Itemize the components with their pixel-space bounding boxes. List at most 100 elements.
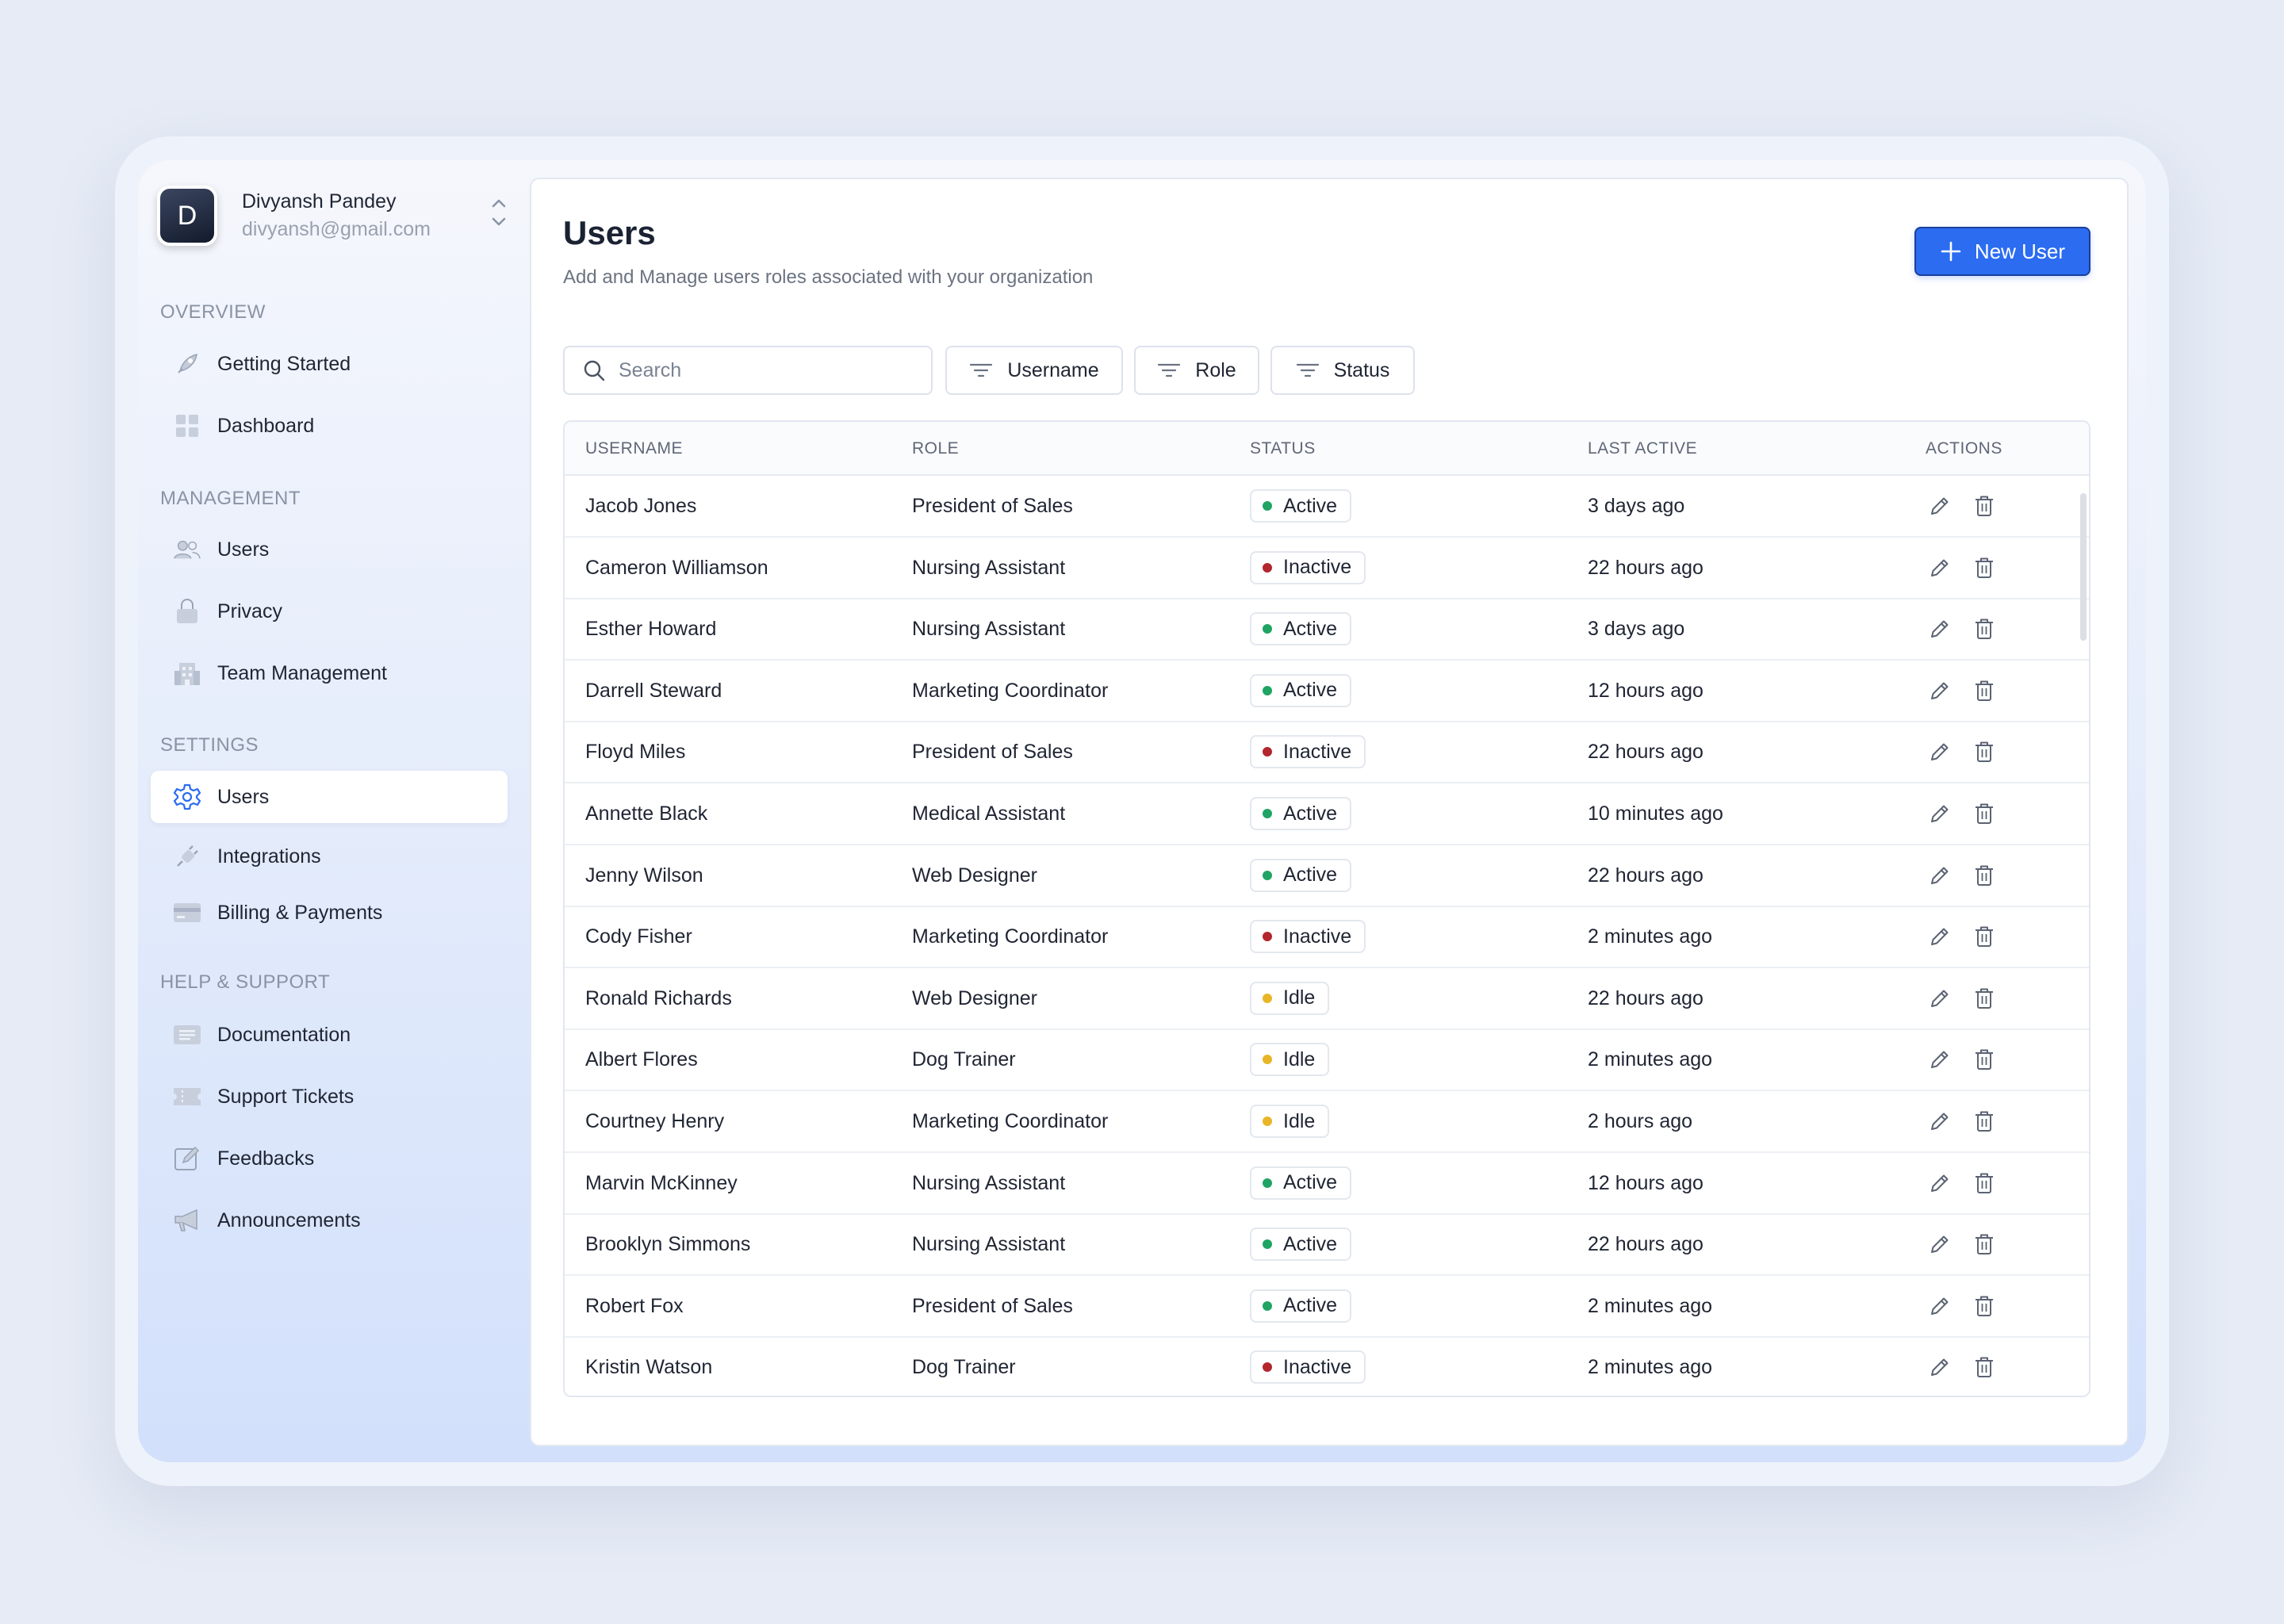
trash-icon[interactable] (1970, 1230, 1998, 1258)
edit-icon[interactable] (1926, 1045, 1954, 1074)
edit-icon[interactable] (1926, 799, 1954, 828)
role-cell: Dog Trainer (912, 1048, 1016, 1071)
trash-icon[interactable] (1970, 1353, 1998, 1381)
table-row[interactable]: Annette Black Medical Assistant Active 10 m… (565, 783, 2089, 845)
column-header-username[interactable]: USERNAME (585, 439, 683, 458)
sidebar-item-label: Team Management (217, 661, 388, 684)
trash-icon[interactable] (1970, 492, 1998, 520)
table-row[interactable]: Ronald Richards Web Designer Idle 22 hours … (565, 968, 2089, 1030)
new-user-button[interactable]: New User (1914, 227, 2090, 276)
trash-icon[interactable] (1970, 676, 1998, 705)
gear-icon (173, 783, 201, 811)
status-dot-icon (1263, 1178, 1272, 1188)
status-dot-icon (1263, 1116, 1272, 1126)
account-email: divyansh@gmail.com (242, 218, 431, 240)
table-row[interactable]: Kristin Watson Dog Trainer Inactive 2 minut… (565, 1337, 2089, 1396)
edit-icon[interactable] (1926, 984, 1954, 1013)
sidebar-item-announcements[interactable]: Announcements (151, 1194, 508, 1247)
edit-icon[interactable] (1926, 1353, 1954, 1381)
table-row[interactable]: Brooklyn Simmons Nursing Assistant Active 2… (565, 1214, 2089, 1277)
table-row[interactable]: Esther Howard Nursing Assistant Active 3 da… (565, 599, 2089, 661)
last-active-cell: 3 days ago (1588, 495, 1685, 517)
sidebar-item-documentation[interactable]: Documentation (151, 1009, 508, 1061)
table-row[interactable]: Cody Fisher Marketing Coordinator Inactive… (565, 906, 2089, 969)
table-row[interactable]: Jacob Jones President of Sales Active 3 day… (565, 476, 2089, 538)
sidebar-item-dashboard[interactable]: Dashboard (151, 400, 508, 452)
last-active-cell: 2 minutes ago (1588, 1356, 1713, 1379)
role-cell: Nursing Assistant (912, 1171, 1066, 1194)
trash-icon[interactable] (1970, 553, 1998, 582)
username-filter-button[interactable]: Username (945, 346, 1123, 395)
role-cell: Nursing Assistant (912, 1233, 1066, 1256)
edit-icon[interactable] (1926, 1230, 1954, 1258)
sidebar-item-integrations[interactable]: Integrations (151, 830, 508, 883)
edit-icon[interactable] (1926, 922, 1954, 951)
table-row[interactable]: Courtney Henry Marketing Coordinator Idle 2… (565, 1091, 2089, 1153)
status-label: Inactive (1283, 740, 1352, 763)
search-box[interactable] (563, 346, 933, 395)
edit-icon[interactable] (1926, 1169, 1954, 1197)
username-cell: Courtney Henry (585, 1110, 725, 1132)
edit-icon[interactable] (1926, 737, 1954, 766)
edit-icon[interactable] (1926, 1292, 1954, 1320)
role-cell: Dog Trainer (912, 1356, 1016, 1379)
edit-icon[interactable] (1926, 861, 1954, 890)
sidebar-item-privacy[interactable]: Privacy (151, 585, 508, 638)
trash-icon[interactable] (1970, 1292, 1998, 1320)
edit-icon[interactable] (1926, 553, 1954, 582)
edit-icon (173, 1144, 201, 1173)
plug-icon (173, 842, 201, 871)
trash-icon[interactable] (1970, 615, 1998, 643)
last-active-cell: 22 hours ago (1588, 1233, 1703, 1256)
trash-icon[interactable] (1970, 984, 1998, 1013)
sidebar-item-billing-payments[interactable]: Billing & Payments (151, 887, 508, 939)
table-row[interactable]: Marvin McKinney Nursing Assistant Active 12… (565, 1153, 2089, 1215)
column-header-last-active[interactable]: LAST ACTIVE (1588, 439, 1697, 458)
status-badge: Idle (1250, 1105, 1330, 1138)
trash-icon[interactable] (1970, 1045, 1998, 1074)
status-badge: Active (1250, 1166, 1352, 1200)
trash-icon[interactable] (1970, 1169, 1998, 1197)
trash-icon[interactable] (1970, 922, 1998, 951)
table-row[interactable]: Jenny Wilson Web Designer Active 22 hours a… (565, 845, 2089, 907)
trash-icon[interactable] (1970, 737, 1998, 766)
column-header-role[interactable]: ROLE (912, 439, 959, 458)
search-icon (584, 360, 605, 381)
table-row[interactable]: Darrell Steward Marketing Coordinator Acti… (565, 661, 2089, 722)
username-filter-label: Username (1007, 358, 1099, 381)
edit-icon[interactable] (1926, 1107, 1954, 1136)
chevron-up-down-icon[interactable] (490, 195, 508, 230)
table-row[interactable]: Floyd Miles President of Sales Inactive 22 … (565, 722, 2089, 784)
sidebar-item-support-tickets[interactable]: Support Tickets (151, 1071, 508, 1123)
sidebar-item-label: Getting Started (217, 352, 351, 375)
users-table: USERNAME ROLE STATUS LAST ACTIVE ACTIONS… (563, 420, 2090, 1397)
trash-icon[interactable] (1970, 1107, 1998, 1136)
account-switcher[interactable]: D Divyansh Pandey divyansh@gmail.com (157, 186, 506, 249)
edit-icon[interactable] (1926, 492, 1954, 520)
filter-icon (1296, 363, 1319, 377)
edit-icon[interactable] (1926, 615, 1954, 643)
search-input[interactable] (619, 358, 904, 382)
table-scrollbar[interactable] (2080, 493, 2087, 641)
sidebar-item-settings-users[interactable]: Users (151, 771, 508, 823)
table-row[interactable]: Albert Flores Dog Trainer Idle 2 minutes ag… (565, 1029, 2089, 1092)
table-row[interactable]: Robert Fox President of Sales Active 2 minu… (565, 1276, 2089, 1338)
username-cell: Robert Fox (585, 1294, 684, 1317)
trash-icon[interactable] (1970, 861, 1998, 890)
username-cell: Kristin Watson (585, 1356, 713, 1379)
status-label: Active (1283, 679, 1338, 702)
status-dot-icon (1263, 809, 1272, 818)
status-badge: Inactive (1250, 550, 1366, 584)
sidebar-item-getting-started[interactable]: Getting Started (151, 338, 508, 390)
sidebar-item-team-management[interactable]: Team Management (151, 647, 508, 699)
plus-icon (1941, 241, 1961, 262)
account-name: Divyansh Pandey (242, 190, 397, 213)
table-row[interactable]: Cameron Williamson Nursing Assistant Inact… (565, 538, 2089, 599)
column-header-status[interactable]: STATUS (1250, 439, 1316, 458)
status-filter-button[interactable]: Status (1270, 346, 1415, 395)
sidebar-item-feedbacks[interactable]: Feedbacks (151, 1132, 508, 1185)
trash-icon[interactable] (1970, 799, 1998, 828)
edit-icon[interactable] (1926, 676, 1954, 705)
sidebar-item-users[interactable]: Users (151, 523, 508, 576)
role-filter-button[interactable]: Role (1134, 346, 1259, 395)
